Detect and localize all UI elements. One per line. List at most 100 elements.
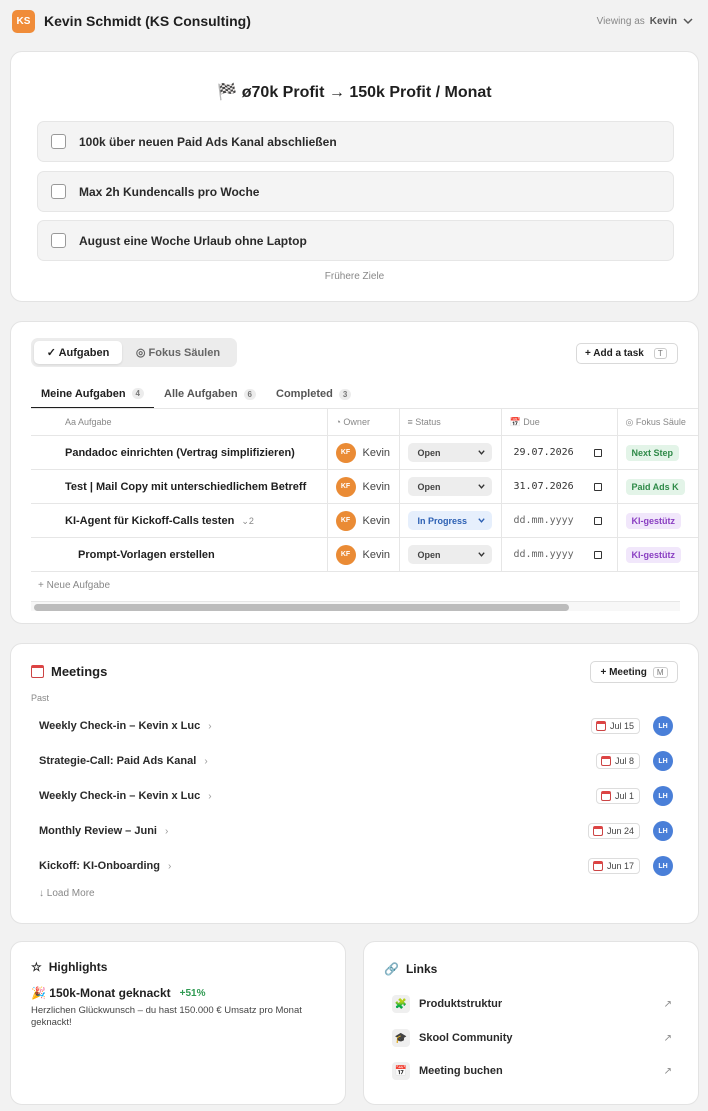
meetings-title: Meetings	[51, 664, 108, 679]
viewing-as-user: Kevin	[649, 15, 677, 27]
chevron-down-icon	[477, 484, 485, 489]
goal-checkbox[interactable]	[51, 184, 66, 199]
goal-item[interactable]: August eine Woche Urlaub ohne Laptop	[37, 220, 674, 261]
task-name: KI-Agent für Kickoff-Calls testen	[65, 514, 235, 527]
table-row[interactable]: KI-Agent für Kickoff-Calls testen ⌄2 KF K…	[31, 503, 698, 538]
subtask-toggle[interactable]: ⌄2	[241, 516, 254, 526]
meeting-date: Jun 17	[587, 858, 640, 874]
column-header-task[interactable]: Aa Aufgabe	[31, 408, 328, 436]
tab-all-tasks[interactable]: Alle Aufgaben 6	[154, 380, 266, 408]
meeting-item[interactable]: Strategie-Call: Paid Ads Kanal › Jul 8 LH	[39, 749, 673, 773]
focus-cell[interactable]: Paid Ads K	[617, 469, 698, 504]
owner-cell[interactable]: KF Kevin	[327, 469, 400, 504]
link-item[interactable]: 🎓 Skool Community ↗	[392, 1027, 672, 1049]
meetings-header: Meetings	[31, 664, 107, 679]
due-value: dd.mm.yyyy	[513, 549, 574, 560]
status-cell: Open	[399, 435, 502, 470]
goal-item[interactable]: Max 2h Kundencalls pro Woche	[37, 171, 674, 212]
status-value: Open	[417, 549, 441, 560]
shortcut-hint: M	[652, 666, 668, 678]
tab-count: 6	[243, 388, 256, 400]
top-bar: KS Kevin Schmidt (KS Consulting) Viewing…	[0, 0, 708, 42]
column-header-status[interactable]: ≡ Status	[399, 408, 502, 436]
owner-cell[interactable]: KF Kevin	[327, 503, 400, 538]
attendee-avatar: LH	[653, 786, 673, 806]
meeting-item[interactable]: Weekly Check-in – Kevin x Luc › Jul 15 LH	[39, 714, 673, 738]
add-task-button[interactable]: + Add a task T	[576, 343, 678, 364]
earlier-goals-link[interactable]: Frühere Ziele	[11, 271, 698, 282]
focus-cell[interactable]: Next Step	[617, 435, 698, 470]
meeting-name: Weekly Check-in – Kevin x Luc	[39, 790, 201, 802]
avatar: KF	[335, 442, 356, 463]
chevron-down-icon	[477, 518, 485, 523]
meeting-item[interactable]: Monthly Review – Juni › Jun 24 LH	[39, 819, 673, 843]
load-more-button[interactable]: ↓ Load More	[39, 888, 95, 899]
meeting-date-value: Jun 17	[606, 861, 634, 871]
tab-count: 4	[131, 388, 144, 399]
attendee-avatar: LH	[653, 716, 673, 736]
calendar-icon	[600, 756, 611, 766]
external-link-icon: ↗	[663, 1032, 672, 1044]
owner-cell[interactable]: KF Kevin	[327, 435, 400, 470]
section-label-past: Past	[31, 693, 50, 703]
due-date-input[interactable]: dd.mm.yyyy	[510, 549, 602, 560]
external-link-icon: ↗	[663, 1065, 672, 1077]
meeting-item[interactable]: Kickoff: KI-Onboarding › Jun 17 LH	[39, 854, 673, 878]
meeting-date: Jul 15	[590, 718, 640, 734]
new-task-button[interactable]: + Neue Aufgabe	[38, 580, 110, 591]
column-header-focus[interactable]: ◎ Fokus Säule	[617, 408, 698, 436]
due-date-input[interactable]: 29.07.2026	[510, 447, 602, 458]
status-select[interactable]: Open	[407, 477, 492, 496]
link-icon: 🔗	[384, 962, 399, 976]
highlights-header: ☆ Highlights	[31, 960, 107, 974]
add-meeting-button[interactable]: + Meeting M	[590, 661, 678, 683]
highlight-headline-row: 🎉 150k-Monat geknackt +51%	[31, 986, 206, 1000]
calendar-icon	[593, 448, 602, 457]
viewing-as-selector[interactable]: Viewing as Kevin	[597, 15, 694, 27]
goal-checkbox[interactable]	[51, 233, 66, 248]
scrollbar-thumb[interactable]	[34, 604, 569, 611]
table-row[interactable]: Prompt-Vorlagen erstellen KF Kevin Open d…	[31, 537, 698, 572]
focus-cell[interactable]: KI-gestütz	[617, 503, 698, 538]
chevron-right-icon: ›	[168, 860, 172, 872]
due-value: dd.mm.yyyy	[513, 515, 574, 526]
column-header-due[interactable]: 📅 Due	[501, 408, 618, 436]
status-value: Open	[417, 481, 441, 492]
task-name[interactable]: Pandadoc einrichten (Vertrag simplifizie…	[31, 435, 328, 470]
workspace-avatar: KS	[12, 9, 35, 33]
goal-item[interactable]: 100k über neuen Paid Ads Kanal abschließ…	[37, 121, 674, 162]
due-date-input[interactable]: 31.07.2026	[510, 481, 602, 492]
task-name-cell[interactable]: KI-Agent für Kickoff-Calls testen ⌄2	[31, 503, 328, 538]
link-item[interactable]: 🧩 Produktstruktur ↗	[392, 993, 672, 1015]
add-meeting-label: + Meeting	[600, 666, 647, 678]
horizontal-scrollbar[interactable]	[31, 601, 680, 611]
calendar-icon	[593, 550, 602, 559]
calendar-icon	[592, 861, 603, 871]
status-select[interactable]: Open	[407, 545, 492, 564]
tab-completed[interactable]: Completed 3	[266, 380, 361, 408]
segment-tasks[interactable]: ✓ Aufgaben	[34, 341, 122, 364]
table-row[interactable]: Test | Mail Copy mit unterschiedlichem B…	[31, 469, 698, 504]
owner-cell[interactable]: KF Kevin	[327, 537, 400, 572]
table-row[interactable]: Pandadoc einrichten (Vertrag simplifizie…	[31, 435, 698, 470]
task-tabs: Meine Aufgaben 4 Alle Aufgaben 6 Complet…	[31, 380, 680, 408]
task-name[interactable]: Test | Mail Copy mit unterschiedlichem B…	[31, 469, 328, 504]
column-header-owner[interactable]: ◔ Owner	[327, 408, 400, 436]
goal-checkbox[interactable]	[51, 134, 66, 149]
focus-cell[interactable]: KI-gestütz	[617, 537, 698, 572]
chevron-down-icon	[477, 552, 485, 557]
meeting-date: Jun 24	[587, 823, 640, 839]
tab-my-tasks[interactable]: Meine Aufgaben 4	[31, 380, 154, 408]
chevron-right-icon: ›	[164, 825, 169, 837]
task-name[interactable]: Prompt-Vorlagen erstellen	[31, 537, 328, 572]
meetings-card: Meetings + Meeting M Past Weekly Check-i…	[10, 643, 699, 924]
goal-label: August eine Woche Urlaub ohne Laptop	[79, 233, 307, 248]
due-date-input[interactable]: dd.mm.yyyy	[510, 515, 602, 526]
meeting-item[interactable]: Weekly Check-in – Kevin x Luc › Jul 1 LH	[39, 784, 673, 808]
link-item[interactable]: 📅 Meeting buchen ↗	[392, 1060, 672, 1082]
attendee-avatar: LH	[653, 751, 673, 771]
status-select[interactable]: Open	[407, 443, 492, 462]
segment-focus-pillars[interactable]: ◎ Fokus Säulen	[122, 341, 234, 364]
status-select[interactable]: In Progress	[407, 511, 492, 530]
link-label: Meeting buchen	[419, 1065, 503, 1077]
